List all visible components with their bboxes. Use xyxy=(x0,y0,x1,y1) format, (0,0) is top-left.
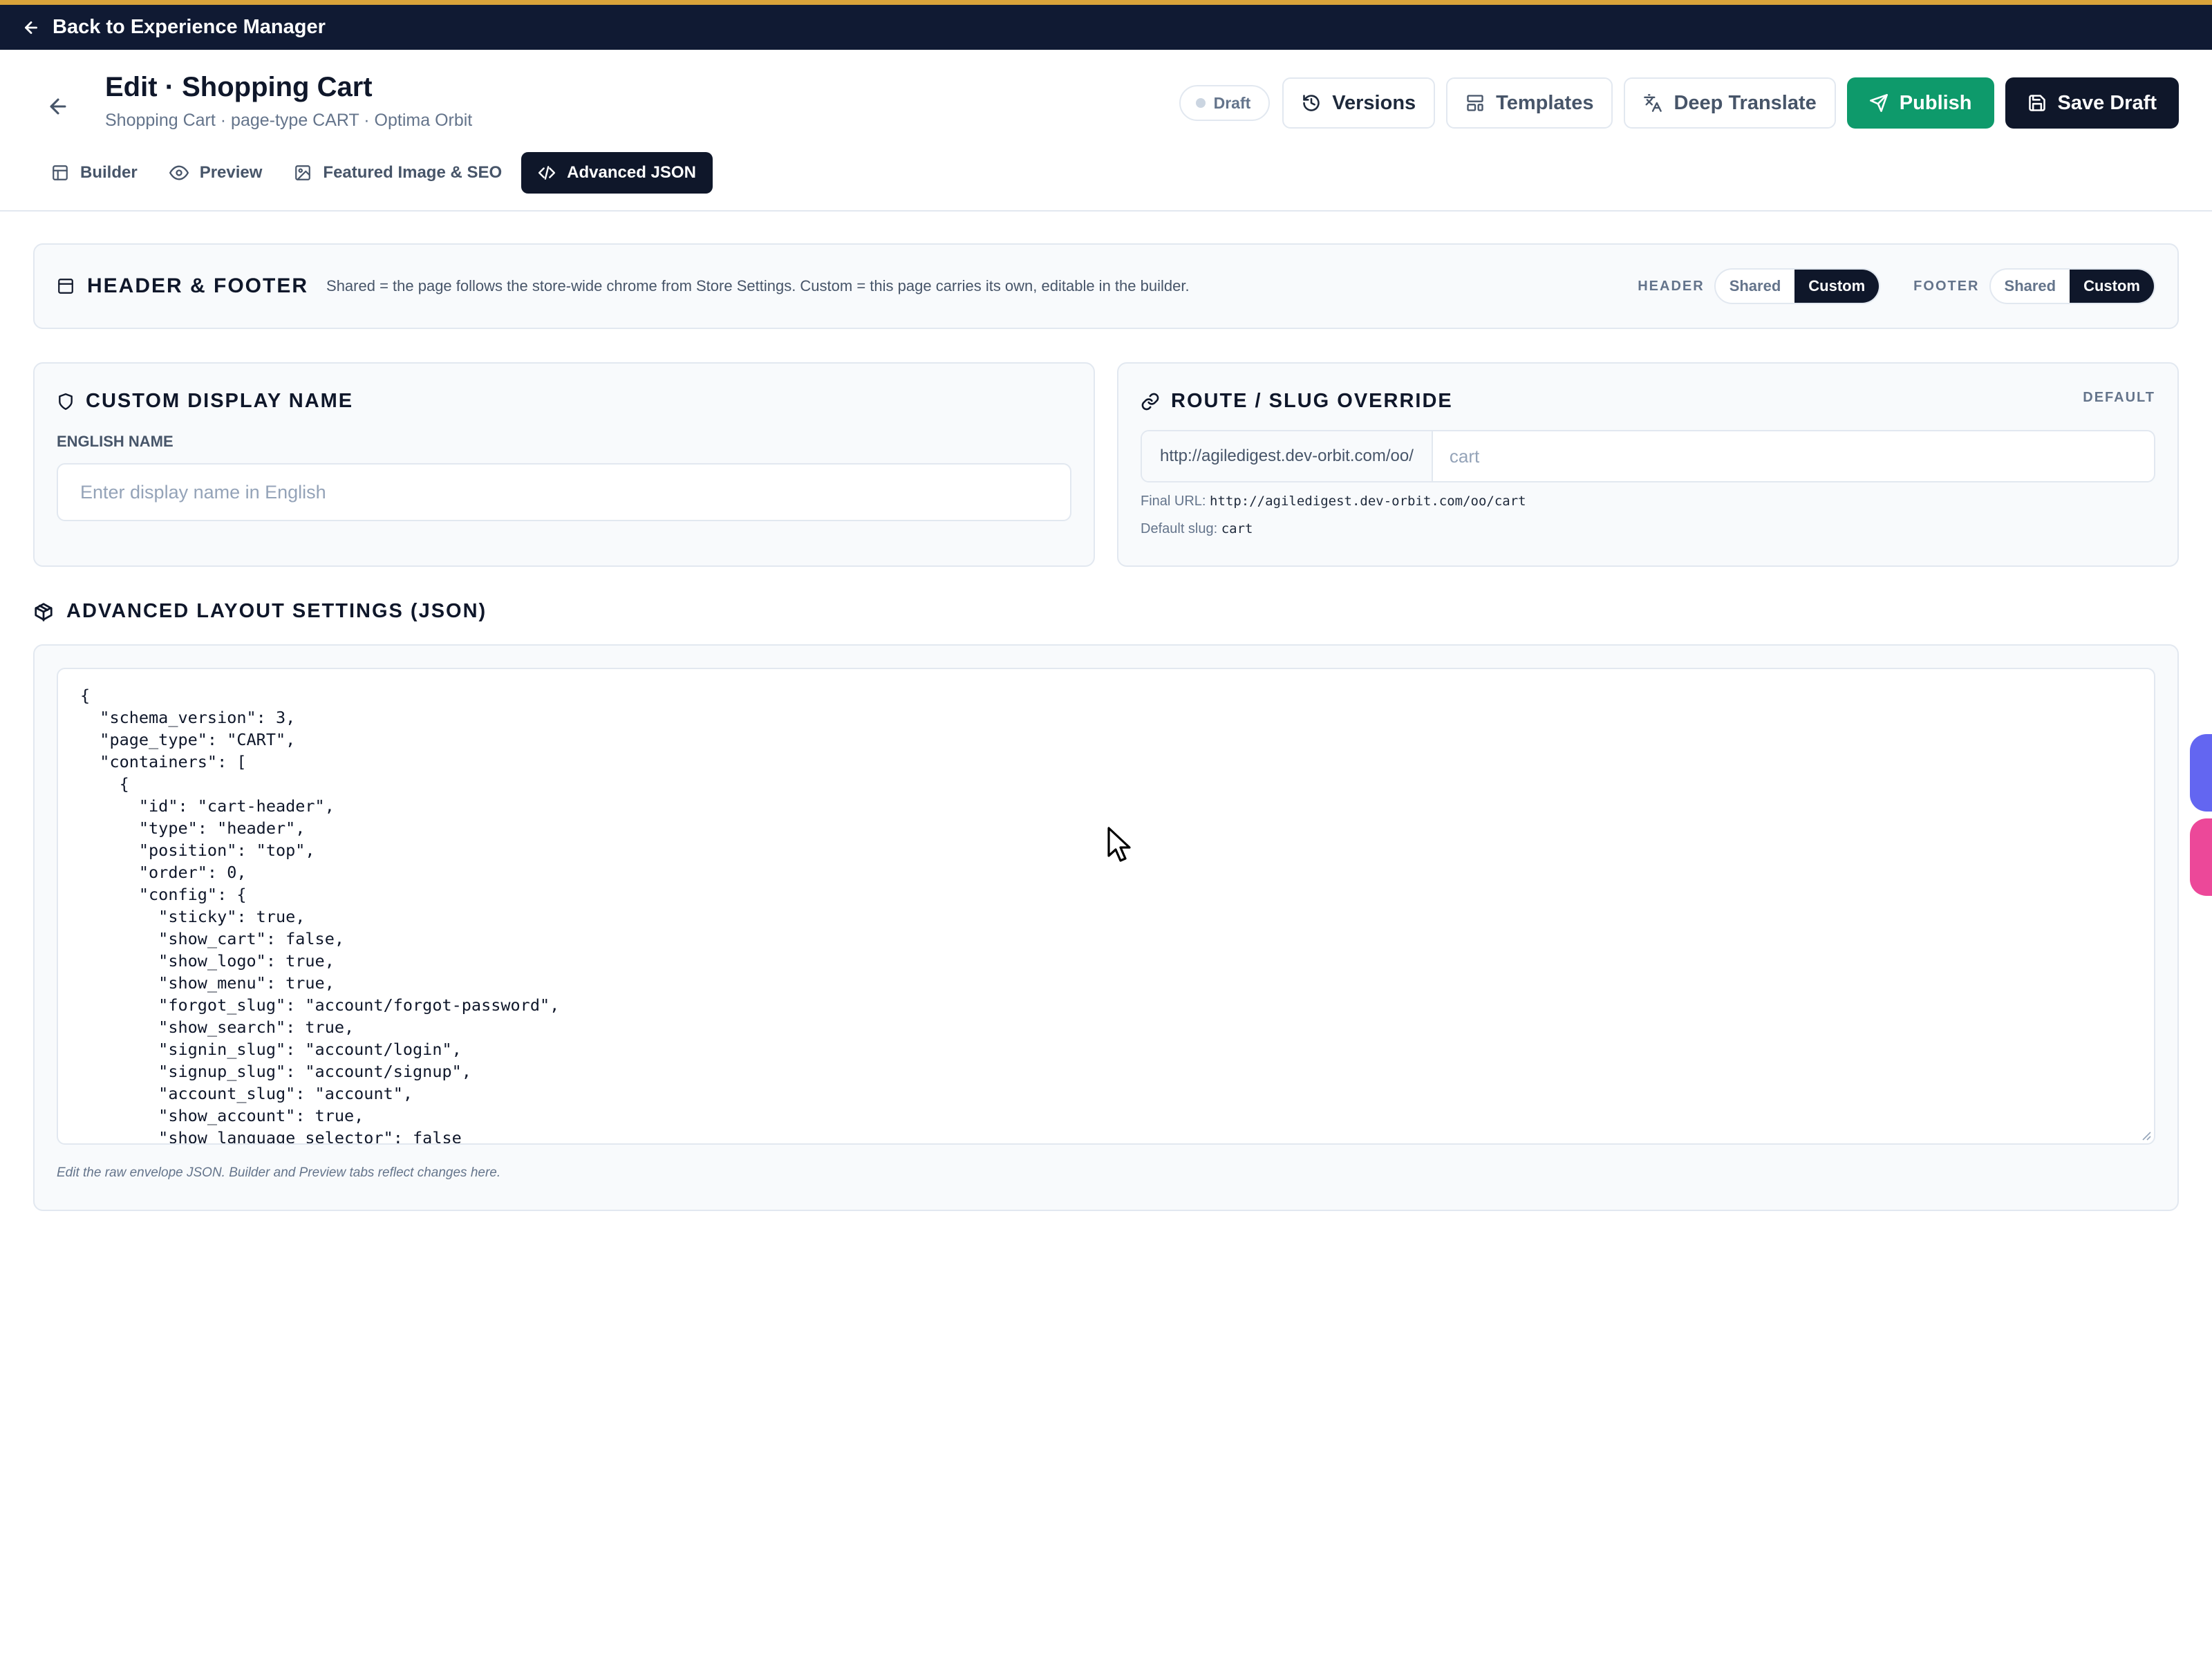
eye-icon xyxy=(169,165,189,180)
package-icon xyxy=(35,602,53,621)
header-footer-card: HEADER & FOOTER Shared = the page follow… xyxy=(33,243,2179,329)
default-slug-label: Default slug: xyxy=(1141,521,1218,536)
templates-button-label: Templates xyxy=(1496,91,1594,114)
english-name-label: ENGLISH NAME xyxy=(57,433,174,450)
custom-display-name-title: CUSTOM DISPLAY NAME xyxy=(57,390,353,413)
final-url-line: Final URL: http://agiledigest.dev-orbit.… xyxy=(1141,494,1526,509)
tab-builder-label: Builder xyxy=(80,163,138,182)
arrow-left-icon xyxy=(25,21,37,34)
header-footer-title-text: HEADER & FOOTER xyxy=(87,274,309,297)
editor-tabs: Builder Preview Featured Image & SEO Adv… xyxy=(39,152,713,194)
save-draft-button[interactable]: Save Draft xyxy=(2005,77,2179,129)
send-icon xyxy=(1869,94,1888,112)
english-name-input[interactable]: Enter display name in English xyxy=(57,463,1071,521)
tab-builder[interactable]: Builder xyxy=(39,152,150,194)
header-footer-toggles: HEADER Shared Custom FOOTER Shared Custo… xyxy=(1638,268,2155,304)
status-label: Draft xyxy=(1213,93,1251,112)
json-editor-help-text: Edit the raw envelope JSON. Builder and … xyxy=(57,1165,501,1180)
publish-button[interactable]: Publish xyxy=(1846,77,1994,129)
default-badge: DEFAULT xyxy=(2083,390,2155,405)
route-slug-card: ROUTE / SLUG OVERRIDE DEFAULT http://agi… xyxy=(1117,362,2179,567)
versions-button[interactable]: Versions xyxy=(1282,77,1436,129)
floating-widget-pink[interactable] xyxy=(2190,818,2212,896)
footer-custom-option[interactable]: Custom xyxy=(2070,270,2154,303)
footer-shared-option[interactable]: Shared xyxy=(1991,270,2070,303)
layout-icon xyxy=(53,165,68,180)
back-button[interactable] xyxy=(39,87,77,126)
floating-widget-indigo[interactable] xyxy=(2190,734,2212,812)
publish-button-label: Publish xyxy=(1899,91,1972,114)
url-prefix: http://agiledigest.dev-orbit.com/oo/ xyxy=(1142,431,1433,481)
advanced-layout-title: ADVANCED LAYOUT SETTINGS (JSON) xyxy=(33,600,487,623)
page-subtitle: Shopping Cart · page-type CART · Optima … xyxy=(105,111,473,130)
header-custom-option[interactable]: Custom xyxy=(1794,270,1880,303)
history-icon xyxy=(1303,95,1320,111)
back-link-label: Back to Experience Manager xyxy=(53,16,326,38)
footer-toggle-label: FOOTER xyxy=(1913,278,1980,294)
json-editor-textarea[interactable]: { "schema_version": 3, "page_type": "CAR… xyxy=(57,668,2155,1145)
header-actions: Draft Versions Templates Deep Translate … xyxy=(1179,77,2179,129)
page-header: Edit · Shopping Cart Shopping Cart · pag… xyxy=(0,50,2212,212)
status-badge: Draft xyxy=(1179,85,1271,121)
templates-button[interactable]: Templates xyxy=(1446,77,1613,129)
slug-input[interactable]: cart xyxy=(1433,431,2154,481)
deep-translate-button[interactable]: Deep Translate xyxy=(1624,77,1836,129)
tab-featured-image-seo-label: Featured Image & SEO xyxy=(323,163,503,182)
save-icon xyxy=(2028,95,2045,111)
tab-advanced-json[interactable]: Advanced JSON xyxy=(521,152,713,194)
custom-display-name-card: CUSTOM DISPLAY NAME ENGLISH NAME Enter d… xyxy=(33,362,1095,567)
header-shared-option[interactable]: Shared xyxy=(1716,270,1795,303)
top-bar: Back to Experience Manager xyxy=(0,0,2212,50)
page-title: Edit · Shopping Cart xyxy=(105,72,373,102)
route-slug-title-text: ROUTE / SLUG OVERRIDE xyxy=(1171,390,1453,412)
tab-advanced-json-label: Advanced JSON xyxy=(567,163,696,182)
back-to-experience-manager-link[interactable]: Back to Experience Manager xyxy=(22,16,326,39)
versions-button-label: Versions xyxy=(1332,91,1416,114)
shield-icon xyxy=(59,393,73,410)
languages-icon xyxy=(1644,94,1662,112)
link-icon xyxy=(1141,393,1159,410)
save-draft-button-label: Save Draft xyxy=(2057,91,2157,114)
tab-featured-image-seo[interactable]: Featured Image & SEO xyxy=(281,152,514,194)
tab-preview[interactable]: Preview xyxy=(157,152,275,194)
final-url-value: http://agiledigest.dev-orbit.com/oo/cart xyxy=(1210,494,1526,509)
footer-mode-toggle: Shared Custom xyxy=(1989,268,2155,304)
final-url-label: Final URL: xyxy=(1141,494,1206,509)
custom-display-name-title-text: CUSTOM DISPLAY NAME xyxy=(86,390,354,412)
deep-translate-button-label: Deep Translate xyxy=(1674,91,1817,114)
resize-grip-icon[interactable] xyxy=(2139,1128,2151,1141)
code-icon xyxy=(538,166,556,180)
advanced-layout-card: { "schema_version": 3, "page_type": "CAR… xyxy=(33,644,2179,1211)
panel-icon xyxy=(58,279,73,294)
route-slug-title: ROUTE / SLUG OVERRIDE xyxy=(1141,390,1453,413)
header-mode-toggle: Shared Custom xyxy=(1714,268,1881,304)
arrow-left-icon xyxy=(50,98,66,115)
layout-template-icon xyxy=(1467,95,1483,111)
json-editor-content: { "schema_version": 3, "page_type": "CAR… xyxy=(80,686,560,1145)
status-dot-icon xyxy=(1195,98,1206,108)
image-icon xyxy=(295,165,311,180)
slug-input-group: http://agiledigest.dev-orbit.com/oo/ car… xyxy=(1141,430,2155,482)
tab-preview-label: Preview xyxy=(199,163,263,182)
default-slug-line: Default slug: cart xyxy=(1141,521,1253,537)
default-slug-value: cart xyxy=(1221,521,1253,536)
advanced-layout-title-text: ADVANCED LAYOUT SETTINGS (JSON) xyxy=(66,600,487,622)
header-footer-title: HEADER & FOOTER xyxy=(57,274,308,298)
mouse-cursor-icon xyxy=(1107,827,1131,862)
header-footer-description: Shared = the page follows the store-wide… xyxy=(326,277,1190,294)
header-toggle-label: HEADER xyxy=(1638,278,1705,294)
